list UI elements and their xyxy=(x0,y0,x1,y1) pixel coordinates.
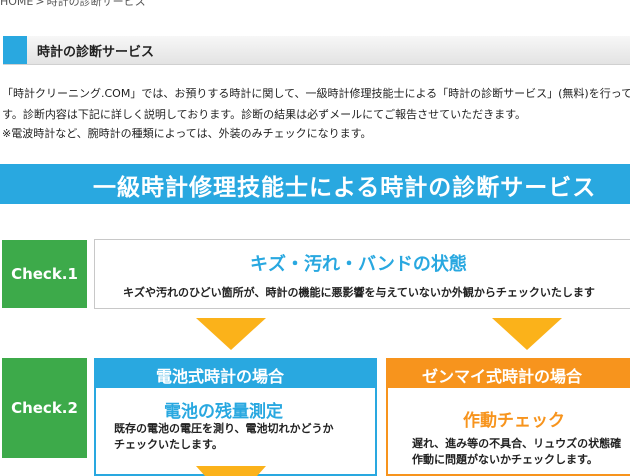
intro-note: ※電波時計など、腕時計の種類によっては、外装のみチェックになります。 xyxy=(2,127,372,140)
battery-watch-header: 電池式時計の場合 xyxy=(94,358,377,388)
down-arrow-icon xyxy=(492,318,562,350)
intro-text-line-2: す。診断内容は下記に詳しく説明しております。診断の結果は必ずメールにてご報告させ… xyxy=(2,108,527,121)
mechanical-watch-header-text: ゼンマイ式時計の場合 xyxy=(422,367,583,386)
mechanical-watch-panel: ゼンマイ式時計の場合 作動チェック 遅れ、進み等の不具合、リュウズの状態確 作動… xyxy=(386,358,630,476)
battery-check-heading: 電池の残量測定 xyxy=(164,402,283,422)
page-title-bar: 時計の診断サービス xyxy=(3,36,630,65)
check1-box: キズ・汚れ・バンドの状態 キズや汚れのひどい箇所が、時計の機能に悪影響を与えてい… xyxy=(94,239,630,309)
intro-text-line-1: 「時計クリーニング.COM」では、お預りする時計に関して、一級時計修理技能士によ… xyxy=(2,87,630,100)
breadcrumb: HOME > 時計の診断サービス xyxy=(0,0,146,9)
down-arrow-icon xyxy=(196,318,266,350)
battery-check-text-line-1: 既存の電池の電圧を測り、電池切れかどうか xyxy=(114,422,334,435)
breadcrumb-current: 時計の診断サービス xyxy=(46,0,146,8)
battery-watch-header-text: 電池式時計の場合 xyxy=(156,367,285,386)
operation-check-text-line-2: 作動に問題がないかチェックします。 xyxy=(412,453,598,466)
battery-check-text-line-2: チェックいたします。 xyxy=(114,438,223,451)
breadcrumb-separator: > xyxy=(35,0,45,8)
mechanical-watch-header: ゼンマイ式時計の場合 xyxy=(386,358,630,388)
operation-check-text-line-1: 遅れ、進み等の不具合、リュウズの状態確 xyxy=(412,437,622,450)
down-arrow-icon xyxy=(196,466,266,476)
battery-watch-panel: 電池式時計の場合 電池の残量測定 既存の電池の電圧を測り、電池切れかどうか チェ… xyxy=(94,358,377,476)
check1-label: Check.1 xyxy=(2,240,87,308)
breadcrumb-home-link[interactable]: HOME xyxy=(0,0,33,8)
operation-check-heading: 作動チェック xyxy=(463,411,565,431)
title-accent-mark xyxy=(3,36,27,64)
page-title: 時計の診断サービス xyxy=(37,45,155,60)
check2-label: Check.2 xyxy=(2,358,87,458)
service-banner: 一級時計修理技能士による時計の診断サービス xyxy=(0,164,630,204)
check1-heading: キズ・汚れ・バンドの状態 xyxy=(250,254,467,275)
check1-description: キズや汚れのひどい箇所が、時計の機能に悪影響を与えていないか外観からチェックいた… xyxy=(123,286,595,299)
service-banner-title: 一級時計修理技能士による時計の診断サービス xyxy=(93,175,597,201)
